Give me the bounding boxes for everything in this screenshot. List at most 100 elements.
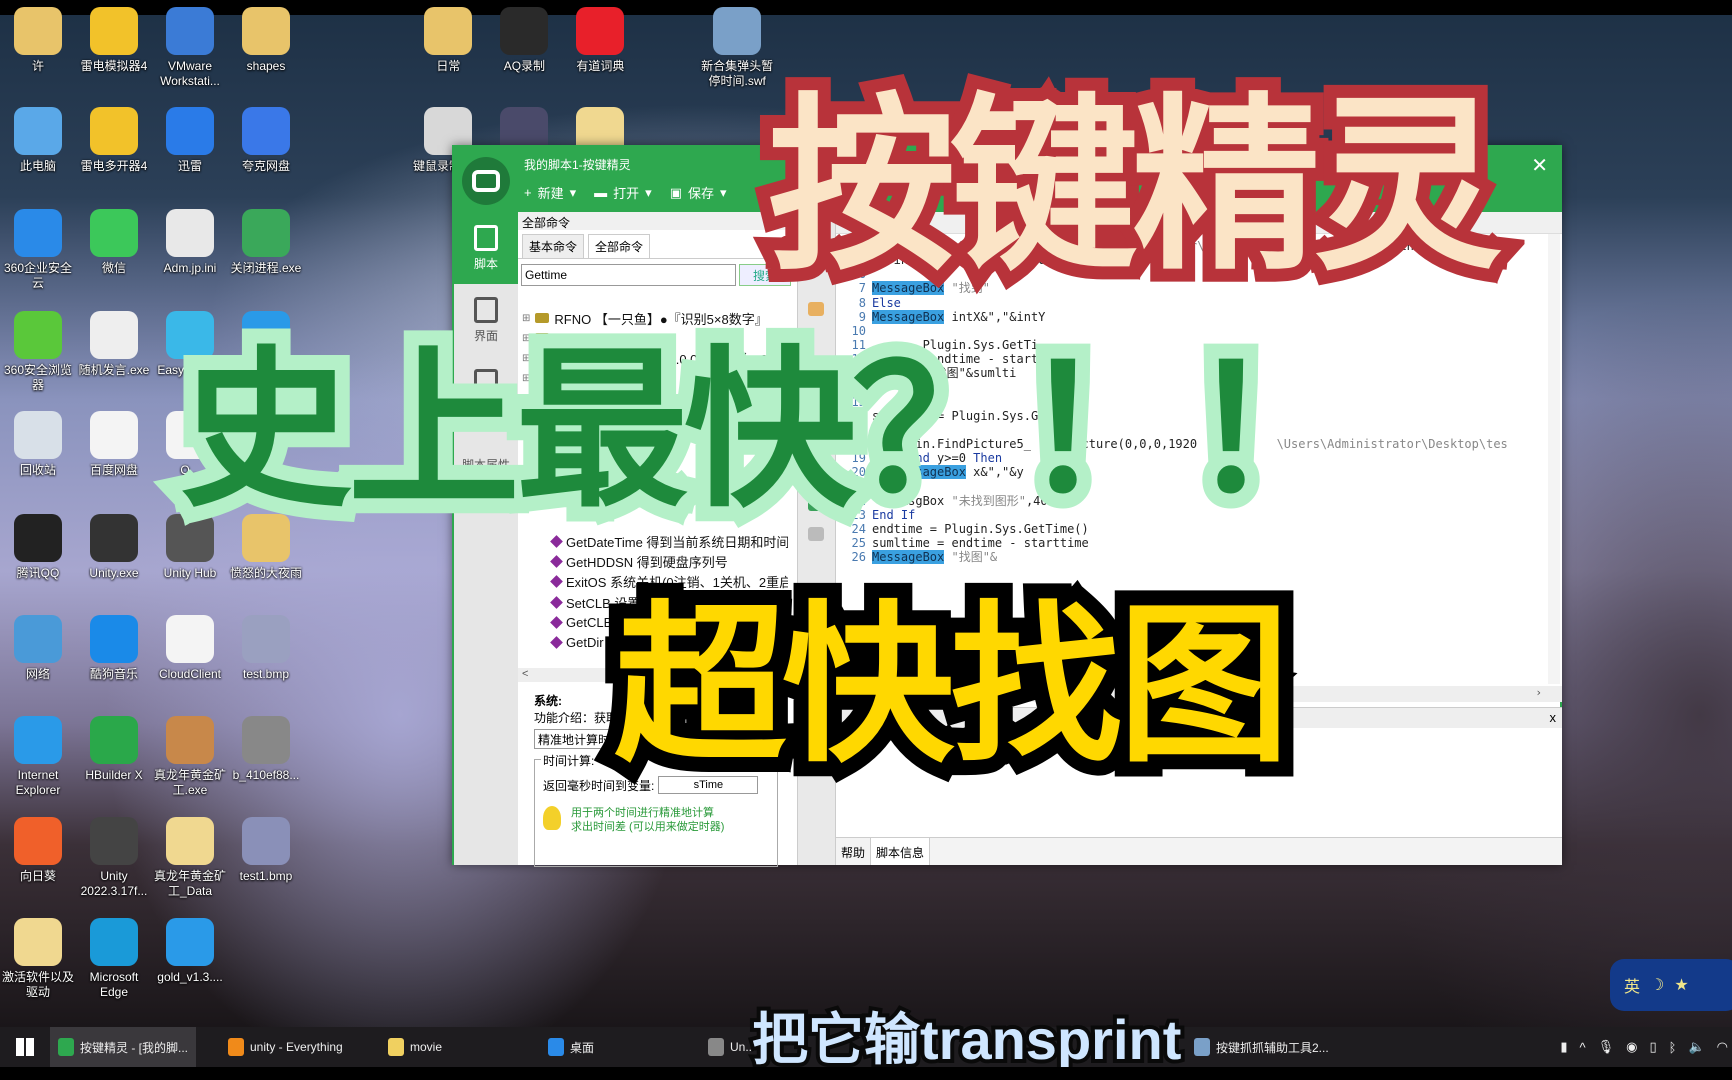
app-icon <box>166 817 214 865</box>
windows-start-icon[interactable] <box>16 1038 34 1056</box>
desktop-icon[interactable]: 激活软件以及驱动 <box>0 918 76 1000</box>
desktop-icon-label: b_410ef88... <box>232 768 300 782</box>
desktop-icon[interactable]: 真龙年黄金矿工_Data <box>152 817 228 899</box>
overlay-title-text: 按键精灵 <box>768 81 1502 291</box>
new-button[interactable]: + 新建 ▾ <box>524 183 576 202</box>
desktop-icon[interactable]: HBuilder X <box>76 716 152 783</box>
code-line: Else <box>872 296 901 310</box>
desktop-icon-label: 日常 <box>436 59 461 73</box>
desktop-icon[interactable]: 向日葵 <box>0 817 76 884</box>
chevron-up-icon[interactable]: ^ <box>1580 1040 1586 1055</box>
desktop-icon[interactable]: 夸克网盘 <box>228 107 304 174</box>
microphone-icon[interactable]: 🎙 <box>1598 1039 1615 1055</box>
desktop-icon[interactable]: 随机发言.exe <box>76 311 152 378</box>
vertical-scrollbar[interactable] <box>1548 234 1560 684</box>
desktop-icon[interactable]: 此电脑 <box>0 107 76 174</box>
desktop-icon[interactable]: 酷狗音乐 <box>76 615 152 682</box>
volume-icon[interactable]: 🔈 <box>1688 1039 1704 1055</box>
desktop-icon[interactable]: 360企业安全云 <box>0 209 76 291</box>
desktop-icon[interactable]: Microsoft Edge <box>76 918 152 1000</box>
close-output-button[interactable]: x <box>1550 710 1557 725</box>
desktop-icon-label: 百度网盘 <box>89 463 138 477</box>
taskbar-item[interactable]: movie <box>380 1027 450 1067</box>
desktop-icon[interactable]: 网络 <box>0 615 76 682</box>
tab-all-commands[interactable]: 全部命令 <box>588 234 651 258</box>
desktop-icon[interactable]: CloudClient <box>152 615 228 682</box>
desktop-icon[interactable]: 有道词典 <box>562 7 638 74</box>
desktop-icon[interactable]: 真龙年黄金矿工.exe <box>152 716 228 798</box>
wifi-icon[interactable]: ◠ <box>1717 1039 1728 1055</box>
save-button[interactable]: ▣ 保存 ▾ <box>670 183 727 202</box>
sidebar-item-script[interactable]: 脚本 <box>454 212 518 284</box>
desktop-icon-label: 激活软件以及驱动 <box>1 970 74 999</box>
desktop-icon[interactable]: 迅雷 <box>152 107 228 174</box>
redo-icon[interactable] <box>808 527 824 541</box>
tab-help[interactable]: 帮助 <box>836 838 872 865</box>
app-icon <box>14 107 62 155</box>
sidebar-label: 脚本 <box>473 256 498 271</box>
desktop-icon-label: 夸克网盘 <box>241 159 290 173</box>
tree-item-label: GetCLB <box>566 615 613 630</box>
app-icon <box>90 514 138 562</box>
desktop-icon[interactable]: 雷电模拟器4 <box>76 7 152 74</box>
tree-item[interactable]: GetDir <box>522 633 604 653</box>
system-tray: ▮ ^ 🎙 ◉ ▯ ᛒ 🔈 ◠ <box>1560 1027 1728 1067</box>
plugin-icon <box>535 313 550 323</box>
taskbar-item[interactable]: 按键抓抓辅助工具2... <box>1186 1027 1337 1067</box>
taskbar-item[interactable]: 按键精灵 - [我的脚... <box>50 1027 197 1067</box>
desktop-icon[interactable]: 雷电多开器4 <box>76 107 152 174</box>
tip-line: 求出时间差 (可以用来做定时器) <box>571 821 725 833</box>
desktop-icon[interactable]: Internet Explorer <box>0 716 76 798</box>
toolbar: + 新建 ▾ ▬ 打开 ▾ ▣ 保存 ▾ <box>524 183 727 202</box>
tree-item[interactable]: ⊞ RFNO 【一只鱼】●『识别5×8数字』 <box>522 308 768 328</box>
app-icon <box>166 209 214 257</box>
desktop-icon[interactable]: 许 <box>0 7 76 74</box>
desktop-icon[interactable]: 回收站 <box>0 411 76 478</box>
close-button[interactable]: ✕ <box>1531 153 1548 178</box>
app-icon <box>14 209 62 257</box>
hand-icon[interactable] <box>808 302 824 316</box>
taskbar-item[interactable]: 桌面 <box>540 1027 602 1067</box>
desktop-icon[interactable]: b_410ef88... <box>228 716 304 783</box>
desktop-icon-label: 此电脑 <box>19 159 56 173</box>
desktop-icon[interactable]: gold_v1.3.... <box>152 918 228 985</box>
drive-icon[interactable]: ▯ <box>1650 1039 1657 1055</box>
usb-icon[interactable]: ▮ <box>1560 1039 1567 1055</box>
desktop-icon[interactable]: 日常 <box>410 7 486 74</box>
bottom-tabs: 帮助 脚本信息 <box>836 837 1562 865</box>
moon-icon: ☽ <box>1650 977 1665 994</box>
desktop-icon[interactable]: 腾讯QQ <box>0 514 76 581</box>
app-icon <box>14 716 62 764</box>
desktop-icon[interactable]: VMware Workstati... <box>152 7 228 89</box>
taskbar-item[interactable]: unity - Everything <box>220 1027 351 1067</box>
desktop-icon[interactable]: Unity 2022.3.17f... <box>76 817 152 899</box>
tab-script-info[interactable]: 脚本信息 <box>871 838 931 865</box>
command-icon <box>550 595 563 609</box>
desktop-icon[interactable]: 微信 <box>76 209 152 276</box>
tab-basic-commands[interactable]: 基本命令 <box>522 234 585 258</box>
ime-widget[interactable]: 英 ☽ ★ <box>1610 959 1732 1011</box>
tree-item[interactable]: GetDateTime 得到当前系统日期和时间 <box>522 531 788 551</box>
tree-item[interactable]: GetCLB <box>522 613 612 633</box>
tree-item[interactable]: GetHDDSN 得到硬盘序列号 <box>522 552 728 572</box>
network-app-icon[interactable]: ◉ <box>1626 1039 1637 1055</box>
expand-icon[interactable]: ⊞ <box>522 313 530 324</box>
desktop-icon[interactable]: shapes <box>228 7 304 74</box>
desktop-icon[interactable]: AQ录制 <box>486 7 562 74</box>
desktop-icon[interactable]: 新合集弹头暂停时间.swf <box>699 7 775 89</box>
desktop-icon[interactable]: Adm.jp.ini <box>152 209 228 276</box>
desktop-icon-label: Unity Hub <box>163 566 217 580</box>
desktop-icon-label: test.bmp <box>242 667 290 681</box>
desktop-icon[interactable]: test1.bmp <box>228 817 304 884</box>
desktop-icon[interactable]: test.bmp <box>228 615 304 682</box>
open-button[interactable]: ▬ 打开 ▾ <box>594 183 652 202</box>
desktop-icon-label: 随机发言.exe <box>78 363 150 377</box>
plus-icon: + <box>524 185 532 200</box>
bluetooth-icon[interactable]: ᛒ <box>1669 1040 1677 1055</box>
search-input[interactable] <box>521 264 736 286</box>
desktop-icon[interactable]: Unity.exe <box>76 514 152 581</box>
desktop-icon[interactable]: 百度网盘 <box>76 411 152 478</box>
desktop-icon[interactable]: 关闭进程.exe <box>228 209 304 276</box>
desktop-icon[interactable]: 360安全浏览器 <box>0 311 76 393</box>
tree-item[interactable]: ExitOS 系统关机(0注销、1关机、2重启 <box>522 572 788 592</box>
